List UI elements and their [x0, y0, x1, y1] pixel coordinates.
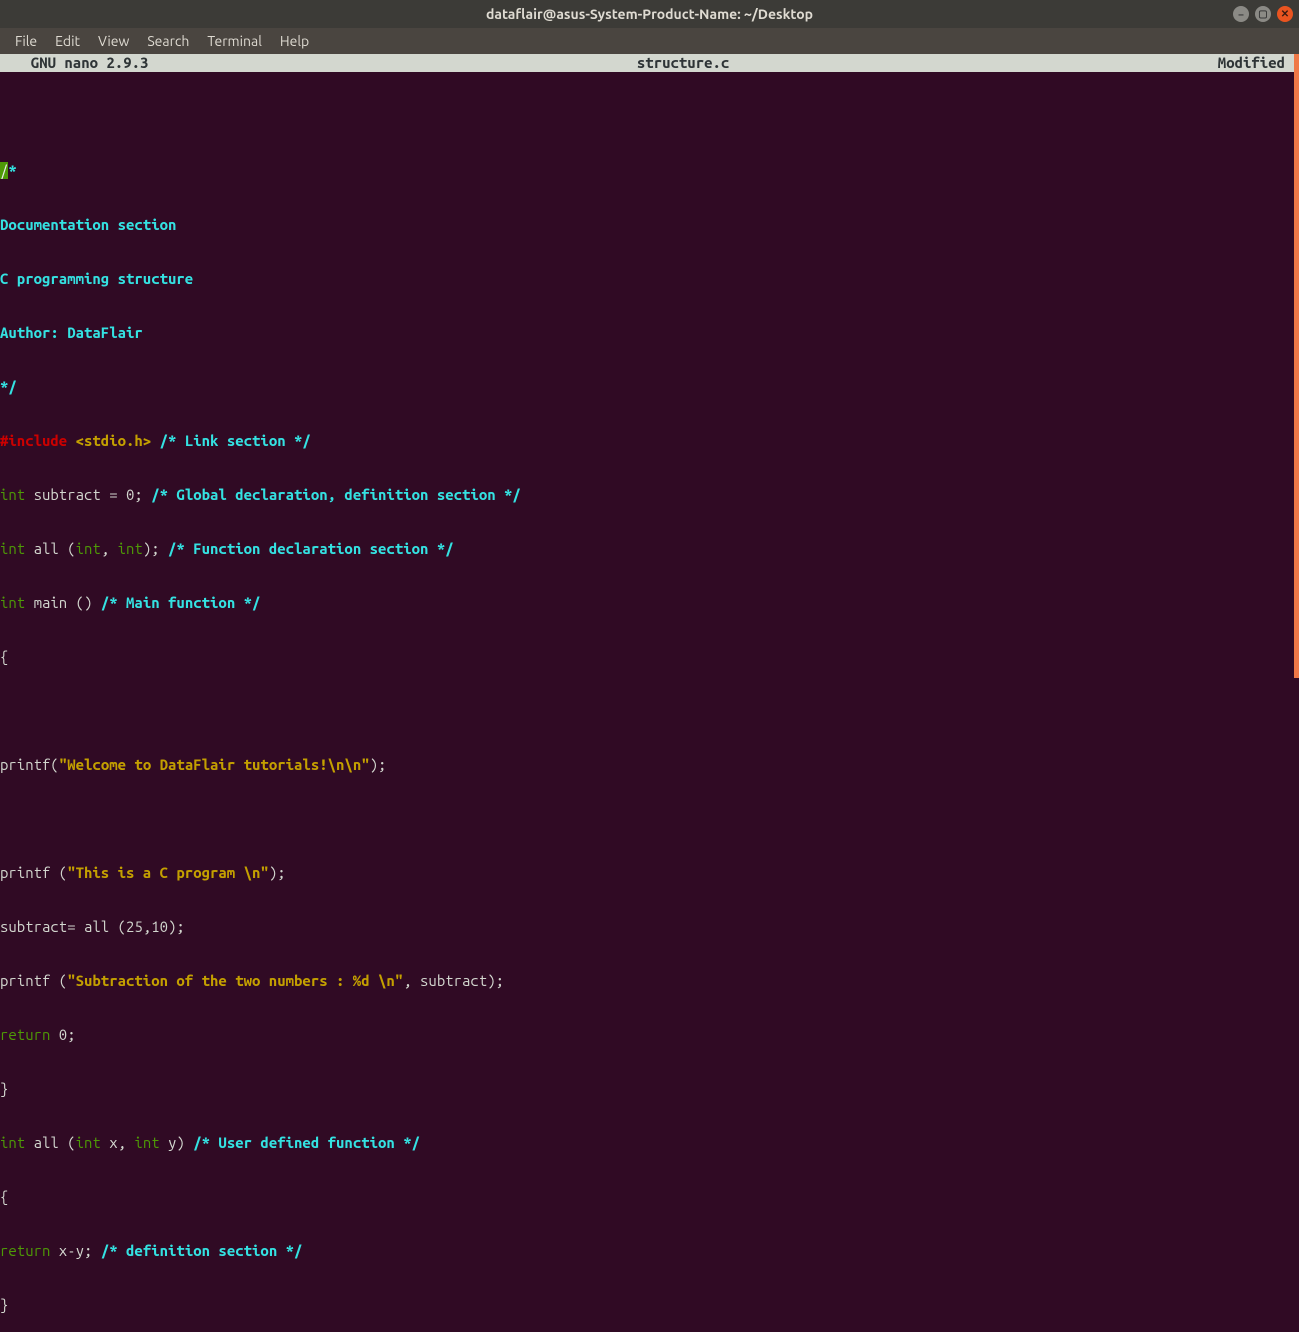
code-line: Author: DataFlair [0, 324, 1299, 342]
comment-text: /* Main function */ [101, 594, 261, 611]
nano-modified: Modified [1218, 54, 1299, 72]
menubar: File Edit View Search Terminal Help [0, 28, 1299, 54]
code-line: int all (int, int); /* Function declarat… [0, 540, 1299, 558]
code-line: { [0, 648, 1299, 666]
minimize-button[interactable]: – [1233, 6, 1249, 22]
editor-blank-line [0, 810, 1299, 828]
code-line: } [0, 1080, 1299, 1098]
code-line: printf ("This is a C program \n"); [0, 864, 1299, 882]
code-text: , subtract); [403, 972, 504, 989]
comment-text: /* definition section */ [101, 1242, 303, 1259]
type-kw: int [76, 1134, 101, 1151]
menu-edit[interactable]: Edit [46, 30, 89, 52]
code-text: main () [25, 594, 101, 611]
code-line: #include <stdio.h> /* Link section */ [0, 432, 1299, 450]
string-lit: "Welcome to DataFlair tutorials!\n\n" [59, 756, 370, 773]
code-text: ); [370, 756, 387, 773]
nano-statusbar: GNU nano 2.9.3 structure.c Modified [0, 54, 1299, 72]
type-kw: int [134, 1134, 159, 1151]
code-line: C programming structure [0, 270, 1299, 288]
code-line: return x-y; /* definition section */ [0, 1242, 1299, 1260]
code-text: x-y; [50, 1242, 100, 1259]
code-line: /* [0, 162, 1299, 180]
comment-text: /* Global declaration, definition sectio… [151, 486, 521, 503]
code-line: return 0; [0, 1026, 1299, 1044]
editor-area[interactable]: /* Documentation section C programming s… [0, 72, 1299, 1332]
editor-blank-line [0, 702, 1299, 720]
type-kw: int [0, 540, 25, 557]
code-text: all ( [25, 540, 75, 557]
header-name: <stdio.h> [67, 432, 151, 449]
preproc: #include [0, 432, 67, 449]
window-title: dataflair@asus-System-Product-Name: ~/De… [486, 6, 813, 22]
window-titlebar: dataflair@asus-System-Product-Name: ~/De… [0, 0, 1299, 28]
code-text: subtract = 0; [25, 486, 151, 503]
close-icon: ✕ [1281, 8, 1289, 20]
type-kw: int [0, 594, 25, 611]
code-text: y) [160, 1134, 194, 1151]
comment-text: /* User defined function */ [193, 1134, 420, 1151]
code-line: } [0, 1296, 1299, 1314]
menu-terminal[interactable]: Terminal [198, 30, 271, 52]
code-text: ); [269, 864, 286, 881]
comment-text: /* Link section */ [151, 432, 311, 449]
type-kw: int [0, 486, 25, 503]
code-text: , [101, 540, 118, 557]
maximize-button[interactable]: ▢ [1255, 6, 1271, 22]
code-line: int all (int x, int y) /* User defined f… [0, 1134, 1299, 1152]
code-line: Documentation section [0, 216, 1299, 234]
right-edge-strip [1294, 54, 1299, 678]
menu-search[interactable]: Search [138, 30, 198, 52]
maximize-icon: ▢ [1258, 8, 1267, 20]
keyword: return [0, 1242, 50, 1259]
code-text: ); [143, 540, 168, 557]
menu-help[interactable]: Help [271, 30, 318, 52]
keyword: return [0, 1026, 50, 1043]
comment-text: * [8, 162, 16, 179]
code-line: { [0, 1188, 1299, 1206]
code-text: x, [101, 1134, 135, 1151]
code-text: all ( [25, 1134, 75, 1151]
type-kw: int [0, 1134, 25, 1151]
code-text: 0; [50, 1026, 75, 1043]
code-line: int subtract = 0; /* Global declaration,… [0, 486, 1299, 504]
code-line: subtract= all (25,10); [0, 918, 1299, 936]
code-line: int main () /* Main function */ [0, 594, 1299, 612]
code-line: printf ("Subtraction of the two numbers … [0, 972, 1299, 990]
nano-filename: structure.c [148, 54, 1217, 72]
code-text: printf ( [0, 972, 67, 989]
code-text: printf( [0, 756, 59, 773]
close-button[interactable]: ✕ [1277, 6, 1293, 22]
code-text: printf ( [0, 864, 67, 881]
menu-view[interactable]: View [89, 30, 138, 52]
type-kw: int [118, 540, 143, 557]
editor-blank-line [0, 108, 1299, 126]
string-lit: "This is a C program \n" [67, 864, 269, 881]
code-line: printf("Welcome to DataFlair tutorials!\… [0, 756, 1299, 774]
menu-file[interactable]: File [6, 30, 46, 52]
minimize-icon: – [1239, 9, 1244, 20]
nano-version: GNU nano 2.9.3 [0, 54, 148, 72]
string-lit: "Subtraction of the two numbers : %d \n" [67, 972, 403, 989]
type-kw: int [76, 540, 101, 557]
window-buttons: – ▢ ✕ [1233, 6, 1293, 22]
comment-text: /* Function declaration section */ [168, 540, 454, 557]
code-line: */ [0, 378, 1299, 396]
